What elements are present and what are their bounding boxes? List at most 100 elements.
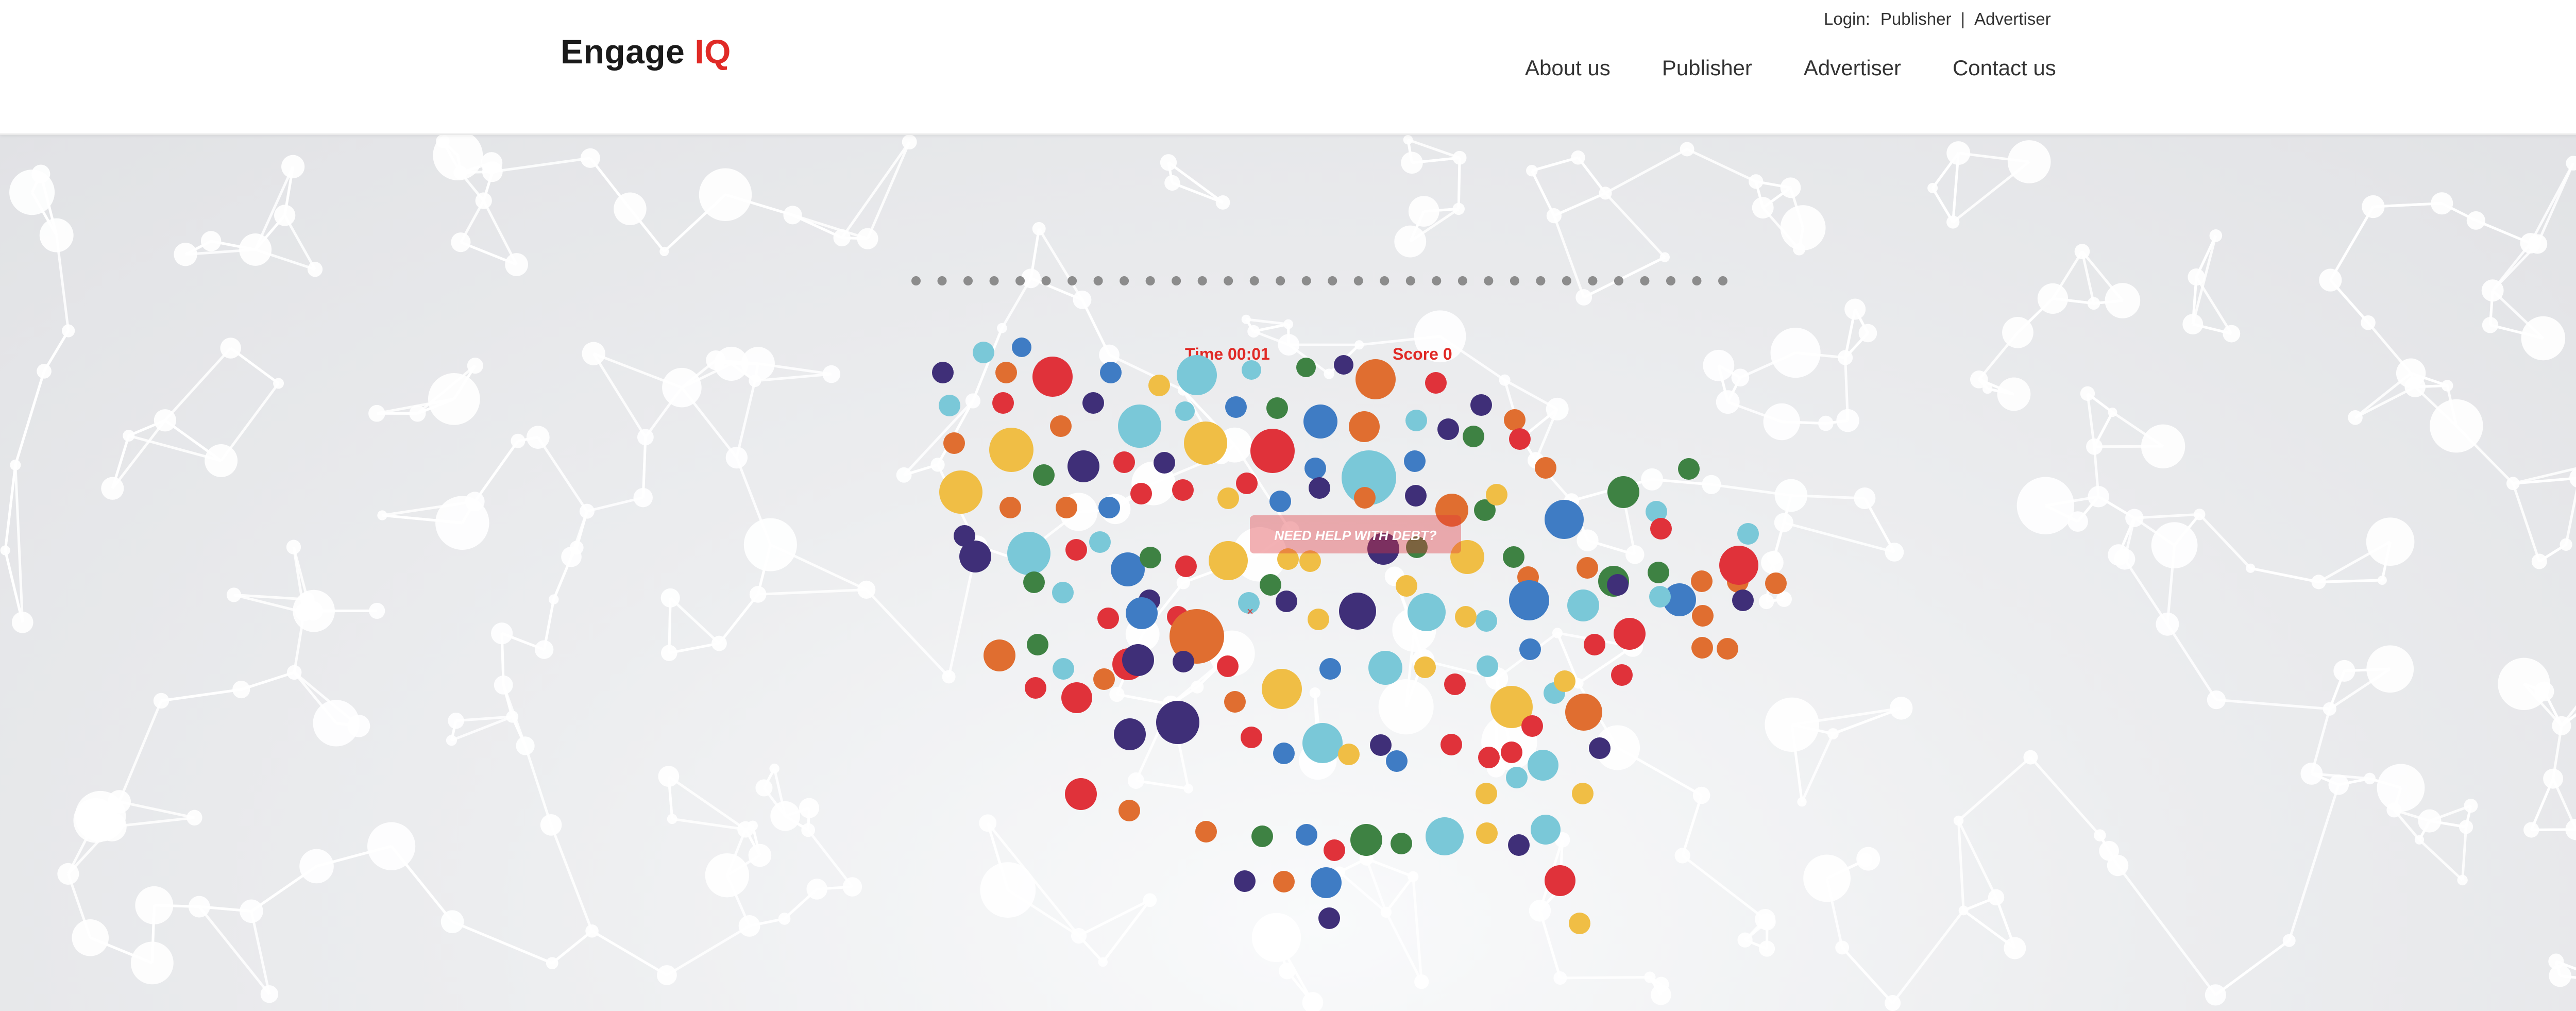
bubble[interactable] — [1262, 669, 1302, 709]
bubble[interactable] — [1354, 487, 1376, 509]
bubble[interactable] — [1717, 638, 1738, 660]
bubble[interactable] — [1299, 550, 1321, 572]
bubble[interactable] — [1405, 410, 1427, 431]
bubble[interactable] — [1607, 574, 1629, 596]
logo[interactable]: Engage IQ — [561, 32, 731, 71]
bubble[interactable] — [1089, 531, 1111, 553]
bubble[interactable] — [1175, 555, 1197, 577]
bubble[interactable] — [1098, 497, 1120, 518]
bubble[interactable] — [1195, 821, 1217, 842]
bubble[interactable] — [1545, 500, 1584, 539]
bubble[interactable] — [1260, 574, 1281, 596]
bubble[interactable] — [995, 362, 1017, 383]
nav-contact-us[interactable]: Contact us — [1953, 56, 2056, 81]
bubble-map[interactable] — [932, 338, 1787, 934]
bubble[interactable] — [1308, 609, 1329, 630]
bubble[interactable] — [1304, 458, 1326, 479]
bubble[interactable] — [1765, 572, 1787, 594]
bubble[interactable] — [1691, 570, 1713, 592]
bubble[interactable] — [1118, 405, 1161, 448]
bubble[interactable] — [1324, 839, 1345, 861]
bubble[interactable] — [1508, 834, 1530, 856]
bubble[interactable] — [1067, 450, 1099, 482]
bubble[interactable] — [1007, 532, 1050, 575]
bubble[interactable] — [1053, 658, 1074, 680]
bubble[interactable] — [1269, 491, 1291, 512]
bubble[interactable] — [1732, 589, 1754, 611]
bubble[interactable] — [1589, 737, 1611, 759]
bubble[interactable] — [1319, 658, 1341, 680]
bubble[interactable] — [1172, 479, 1194, 501]
bubble[interactable] — [939, 395, 960, 416]
bubble[interactable] — [1032, 357, 1073, 397]
bubble[interactable] — [1175, 401, 1195, 421]
bubble[interactable] — [1396, 575, 1417, 597]
bubble[interactable] — [1567, 589, 1599, 621]
bubble[interactable] — [1177, 355, 1217, 395]
bubble[interactable] — [1614, 618, 1646, 650]
bubble[interactable] — [1266, 397, 1288, 419]
login-advertiser-link[interactable]: Advertiser — [1974, 9, 2051, 29]
bubble[interactable] — [1691, 637, 1713, 659]
bubble[interactable] — [1217, 655, 1239, 677]
bubble[interactable] — [1338, 744, 1360, 765]
bubble[interactable] — [943, 432, 965, 454]
bubble[interactable] — [1545, 865, 1575, 896]
bubble[interactable] — [1408, 593, 1446, 631]
bubble[interactable] — [1692, 605, 1714, 627]
bubble[interactable] — [1027, 634, 1048, 655]
bubble[interactable] — [1148, 375, 1170, 396]
bubble[interactable] — [1296, 824, 1317, 846]
bubble[interactable] — [1509, 428, 1531, 450]
bubble[interactable] — [1217, 487, 1239, 509]
bubble[interactable] — [1209, 541, 1248, 580]
bubble[interactable] — [1122, 644, 1154, 676]
login-publisher-link[interactable]: Publisher — [1880, 9, 1952, 29]
bubble[interactable] — [1528, 750, 1558, 781]
bubble[interactable] — [1577, 557, 1598, 579]
bubble[interactable] — [992, 392, 1014, 414]
bubble[interactable] — [1504, 409, 1526, 431]
bubble[interactable] — [1476, 610, 1497, 632]
bubble[interactable] — [1140, 547, 1161, 568]
bubble[interactable] — [1276, 591, 1297, 612]
bubble[interactable] — [1050, 415, 1072, 437]
bubble[interactable] — [1649, 586, 1671, 608]
bubble[interactable] — [1470, 394, 1492, 416]
bubble[interactable] — [1012, 338, 1031, 357]
bubble[interactable] — [1368, 651, 1402, 685]
bubble[interactable] — [1437, 418, 1459, 440]
bubble[interactable] — [1486, 484, 1507, 506]
bubble[interactable] — [1056, 497, 1077, 518]
bubble[interactable] — [1648, 562, 1669, 583]
bubble[interactable] — [1678, 458, 1700, 480]
bubble[interactable] — [1065, 778, 1097, 810]
bubble[interactable] — [1334, 355, 1353, 375]
bubble[interactable] — [1476, 783, 1497, 804]
bubble[interactable] — [939, 470, 982, 514]
bubble[interactable] — [1113, 451, 1135, 473]
bubble[interactable] — [1719, 546, 1758, 585]
bubble[interactable] — [1444, 673, 1466, 695]
bubble[interactable] — [1114, 718, 1146, 750]
bubble[interactable] — [1236, 473, 1258, 494]
bubble[interactable] — [1584, 634, 1605, 655]
close-x-icon[interactable]: × — [1247, 605, 1253, 618]
bubble[interactable] — [984, 639, 1015, 671]
bubble[interactable] — [1251, 825, 1273, 847]
bubble[interactable] — [1477, 655, 1498, 677]
bubble[interactable] — [1501, 742, 1522, 763]
bubble[interactable] — [1052, 582, 1074, 603]
bubble[interactable] — [1130, 483, 1152, 504]
bubble[interactable] — [1225, 396, 1247, 418]
bubble[interactable] — [1023, 571, 1045, 593]
bubble[interactable] — [1463, 426, 1484, 447]
bubble[interactable] — [1391, 833, 1412, 854]
bubble[interactable] — [1184, 422, 1227, 465]
bubble[interactable] — [1476, 822, 1498, 844]
nav-about-us[interactable]: About us — [1525, 56, 1611, 81]
bubble[interactable] — [1509, 580, 1549, 620]
bubble[interactable] — [1569, 913, 1590, 934]
bubble[interactable] — [1242, 360, 1261, 380]
debt-popup[interactable]: NEED HELP WITH DEBT? — [1250, 515, 1461, 553]
